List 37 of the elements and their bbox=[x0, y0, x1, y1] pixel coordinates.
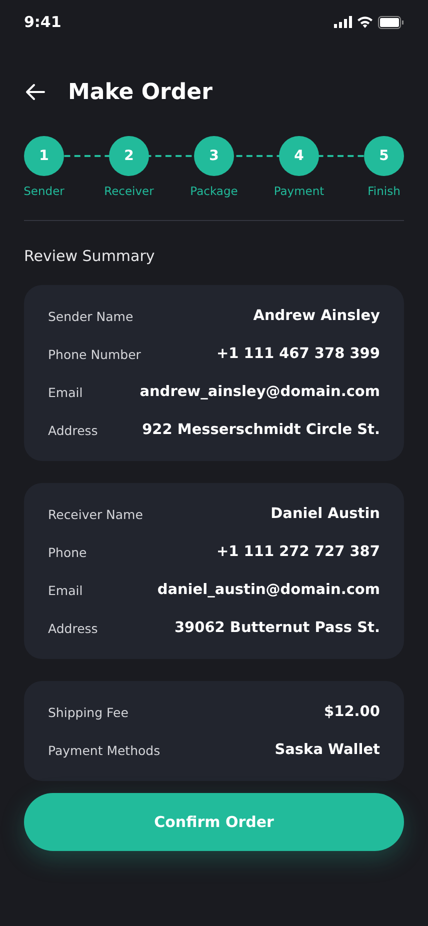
field-value: +1 111 467 378 399 bbox=[216, 346, 380, 362]
step-number: 3 bbox=[194, 136, 234, 176]
field-value: Andrew Ainsley bbox=[253, 308, 380, 324]
field-value: Saska Wallet bbox=[274, 742, 380, 758]
battery-icon bbox=[378, 16, 404, 28]
wifi-icon bbox=[357, 16, 373, 28]
step-label: Receiver bbox=[104, 184, 154, 198]
field-label: Phone Number bbox=[48, 346, 141, 362]
field-label: Sender Name bbox=[48, 308, 134, 324]
field-value: 922 Messerschmidt Circle St. bbox=[142, 422, 380, 438]
page-title: Make Order bbox=[68, 80, 212, 104]
field-label: Address bbox=[48, 422, 98, 438]
field-label: Email bbox=[48, 582, 83, 598]
step-number: 4 bbox=[279, 136, 319, 176]
step-number: 1 bbox=[24, 136, 64, 176]
step-label: Payment bbox=[274, 184, 324, 198]
status-time: 9:41 bbox=[24, 13, 62, 31]
section-title: Review Summary bbox=[24, 247, 156, 265]
field-value: andrew_ainsley@domain.com bbox=[140, 384, 380, 400]
field-label: Shipping Fee bbox=[48, 704, 128, 720]
field-value: +1 111 272 727 387 bbox=[216, 544, 380, 560]
step-label: Package bbox=[190, 184, 238, 198]
field-value: Daniel Austin bbox=[270, 506, 380, 522]
step-label: Finish bbox=[368, 184, 400, 198]
step-number: 2 bbox=[109, 136, 149, 176]
field-label: Payment Methods bbox=[48, 742, 160, 758]
field-label: Email bbox=[48, 384, 83, 400]
confirm-order-button[interactable]: Confirm Order bbox=[24, 793, 404, 851]
step-number: 5 bbox=[364, 136, 404, 176]
field-label: Receiver Name bbox=[48, 506, 143, 522]
step-label: Sender bbox=[24, 184, 64, 198]
field-value: $12.00 bbox=[324, 704, 380, 720]
field-label: Phone bbox=[48, 544, 87, 560]
signal-icon bbox=[334, 16, 352, 28]
field-value: daniel_austin@domain.com bbox=[157, 582, 380, 598]
field-label: Address bbox=[48, 620, 98, 636]
field-value: 39062 Butternut Pass St. bbox=[174, 620, 380, 636]
